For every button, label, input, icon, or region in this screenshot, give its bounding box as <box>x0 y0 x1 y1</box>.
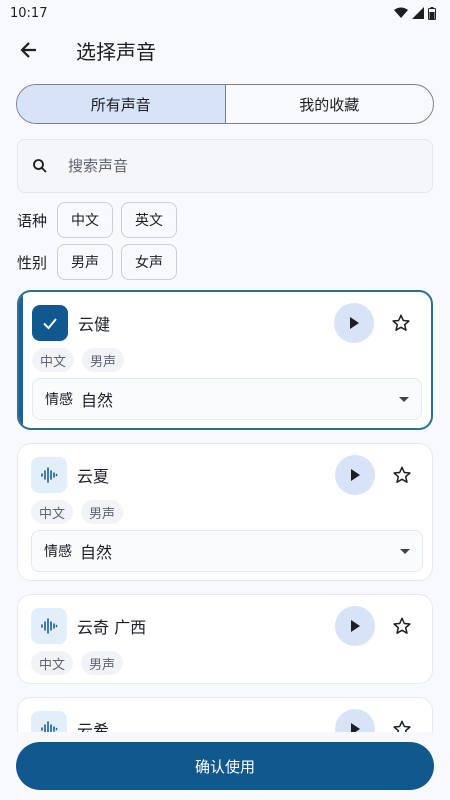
play-icon <box>351 469 360 481</box>
favorite-button[interactable] <box>384 608 420 644</box>
emotion-dropdown[interactable]: 情感 自然 <box>32 378 422 420</box>
page-title: 选择声音 <box>76 39 156 64</box>
tag-language: 中文 <box>32 348 75 372</box>
bottom-bar: 确认使用 <box>0 732 450 800</box>
wifi-icon <box>394 7 408 18</box>
play-icon <box>350 317 359 329</box>
confirm-button[interactable]: 确认使用 <box>16 742 434 790</box>
play-button[interactable] <box>334 303 374 343</box>
voice-card[interactable]: 云健 中文 男声 情感 自然 <box>17 290 433 430</box>
dropdown-arrow-icon <box>399 396 409 402</box>
dropdown-arrow-icon <box>400 548 410 554</box>
app-bar: 选择声音 <box>0 28 450 72</box>
tag-gender: 男声 <box>81 651 124 675</box>
chip-male[interactable]: 男声 <box>57 244 113 280</box>
search-bar <box>17 139 433 193</box>
voice-card[interactable]: 云奇 广西 中文 男声 <box>17 594 433 684</box>
emotion-label: 情感 <box>45 392 73 408</box>
emotion-value: 自然 <box>80 543 113 562</box>
play-icon <box>351 620 360 632</box>
status-time: 10:17 <box>10 5 48 21</box>
favorite-button[interactable] <box>383 305 419 341</box>
favorite-button[interactable] <box>384 457 420 493</box>
voice-tags: 中文 男声 <box>31 500 124 524</box>
voice-card[interactable]: 云夏 中文 男声 情感 自然 <box>17 443 433 581</box>
emotion-dropdown[interactable]: 情感 自然 <box>31 530 423 572</box>
waveform-icon <box>41 467 58 483</box>
voice-avatar <box>31 457 67 493</box>
voice-name: 云奇 广西 <box>77 618 147 637</box>
waveform-icon <box>41 618 58 634</box>
tag-language: 中文 <box>31 651 74 675</box>
signal-icon <box>412 7 424 19</box>
search-input[interactable] <box>68 157 388 175</box>
selected-check <box>32 305 68 341</box>
battery-icon <box>428 6 436 20</box>
status-icons <box>394 6 436 20</box>
chip-english[interactable]: 英文 <box>121 202 177 238</box>
tab-group: 所有声音 我的收藏 <box>16 84 434 124</box>
play-button[interactable] <box>335 455 375 495</box>
emotion-label: 情感 <box>44 544 72 560</box>
play-button[interactable] <box>335 606 375 646</box>
language-filter: 语种 中文 英文 <box>17 202 177 238</box>
language-filter-label: 语种 <box>17 211 48 230</box>
gender-filter: 性别 男声 女声 <box>17 244 177 280</box>
chip-chinese[interactable]: 中文 <box>57 202 113 238</box>
tab-all-voices[interactable]: 所有声音 <box>17 85 225 123</box>
gender-filter-label: 性别 <box>17 253 48 272</box>
star-outline-icon <box>393 466 411 483</box>
voice-tags: 中文 男声 <box>32 348 125 372</box>
search-icon <box>33 159 47 173</box>
arrow-back-icon <box>20 42 36 58</box>
voice-tags: 中文 男声 <box>31 651 124 675</box>
back-button[interactable] <box>16 37 42 63</box>
chip-female[interactable]: 女声 <box>121 244 177 280</box>
emotion-value: 自然 <box>81 391 114 410</box>
star-outline-icon <box>393 617 411 634</box>
voice-name: 云夏 <box>77 467 110 486</box>
tag-language: 中文 <box>31 500 74 524</box>
status-bar: 10:17 <box>0 0 450 26</box>
tag-gender: 男声 <box>82 348 125 372</box>
tag-gender: 男声 <box>81 500 124 524</box>
voice-name: 云健 <box>78 315 111 334</box>
star-outline-icon <box>392 314 410 331</box>
tab-favorites[interactable]: 我的收藏 <box>226 85 434 123</box>
voice-avatar <box>31 608 67 644</box>
check-icon <box>43 318 57 330</box>
